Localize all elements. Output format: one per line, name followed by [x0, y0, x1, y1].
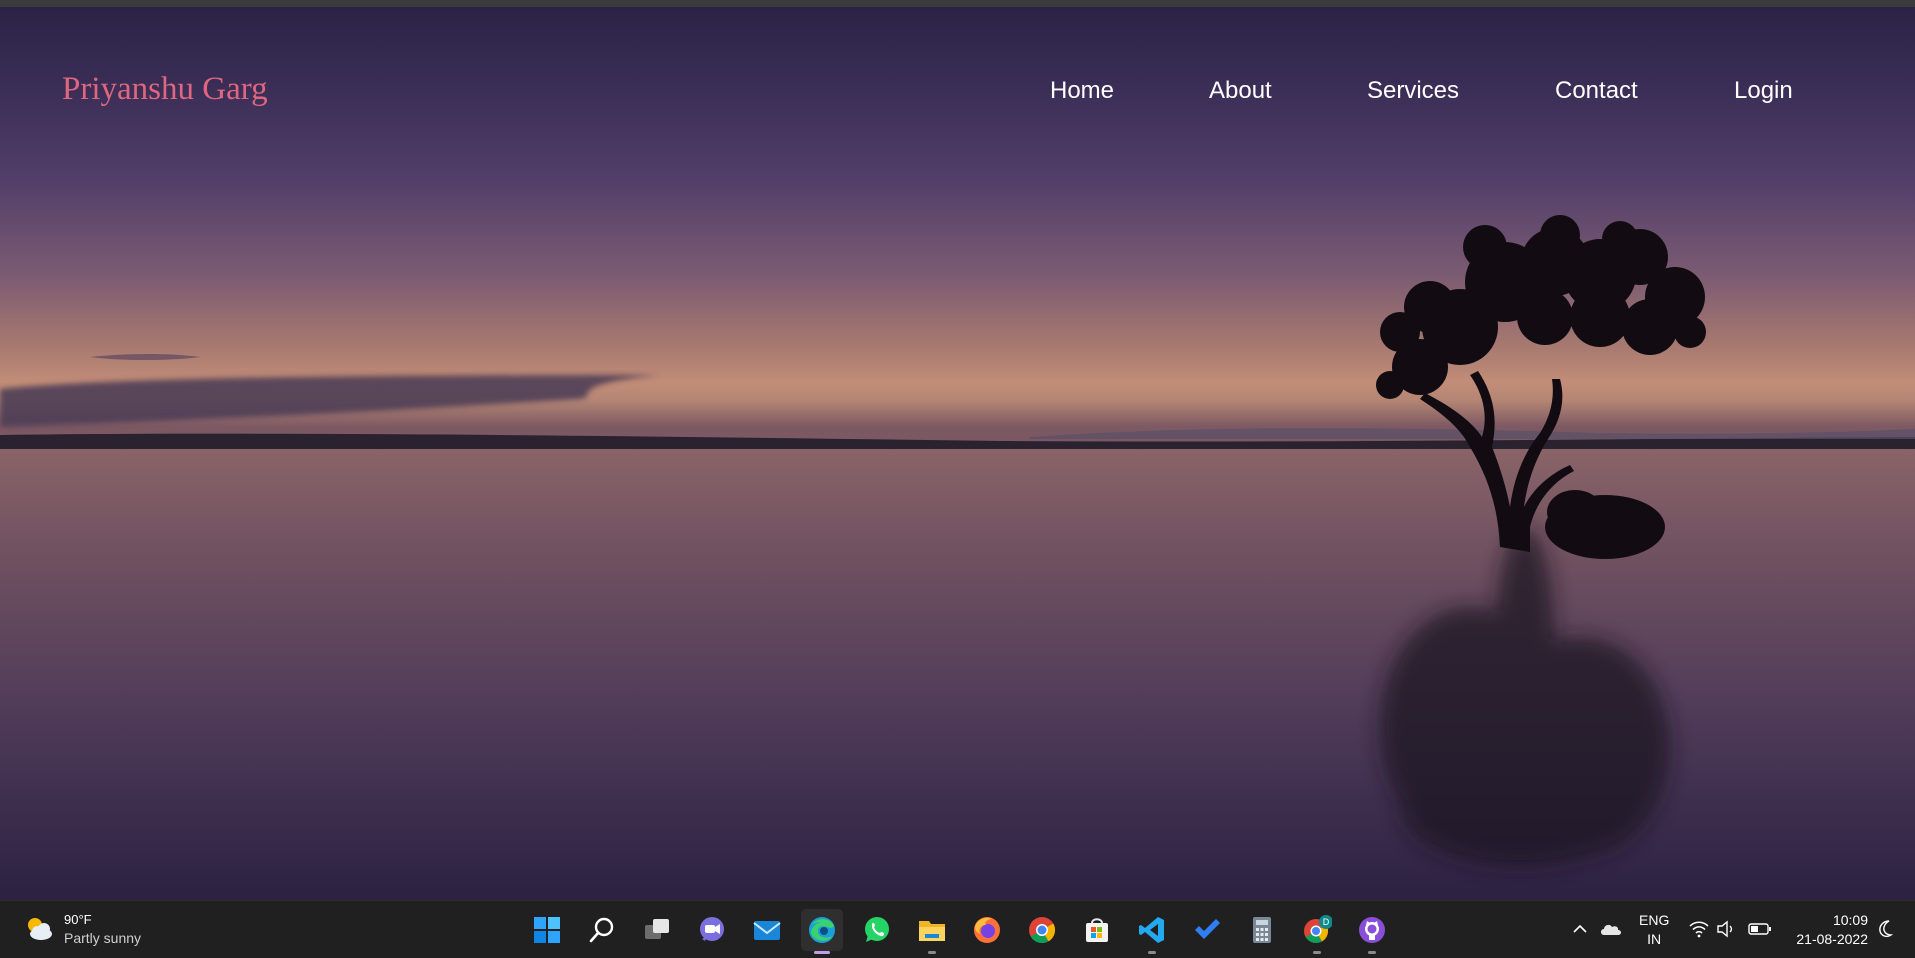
chrome-icon[interactable] [1021, 909, 1063, 951]
mail-icon[interactable] [746, 909, 788, 951]
whatsapp-icon[interactable] [856, 909, 898, 951]
start-icon[interactable] [526, 909, 568, 951]
nav-contact[interactable]: Contact [1555, 77, 1638, 105]
github-desktop-icon[interactable] [1351, 909, 1393, 954]
teams-chat-icon[interactable] [691, 909, 733, 951]
firefox-icon[interactable] [966, 909, 1008, 951]
window-top-strip [0, 0, 1915, 7]
search-icon[interactable] [581, 909, 623, 951]
weather-temp: 90°F [64, 912, 92, 927]
nav-about[interactable]: About [1209, 77, 1272, 105]
task-view-icon[interactable] [636, 909, 678, 951]
battery-icon[interactable] [1748, 921, 1772, 940]
wifi-icon[interactable] [1688, 920, 1710, 941]
nav-services[interactable]: Services [1367, 77, 1459, 105]
chrome-profile-icon[interactable]: D [1296, 909, 1338, 954]
todo-icon[interactable] [1186, 909, 1228, 951]
weather-condition: Partly sunny [64, 930, 142, 946]
nav-login[interactable]: Login [1734, 77, 1793, 105]
store-icon[interactable] [1076, 909, 1118, 951]
clock[interactable]: 10:09 21-08-2022 [1788, 911, 1868, 949]
sunset-lake-background [0, 215, 1915, 900]
language-indicator[interactable]: ENG IN [1639, 911, 1669, 949]
clock-date: 21-08-2022 [1796, 931, 1868, 947]
volume-icon[interactable] [1716, 920, 1738, 941]
windows-taskbar: 90°F Partly sunny D ENG IN 10:09 21-08-2… [0, 900, 1915, 958]
hero-section: Priyanshu Garg Home About Services Conta… [0, 7, 1915, 900]
weather-widget[interactable]: 90°F Partly sunny [24, 910, 141, 948]
file-explorer-icon[interactable] [911, 909, 953, 954]
calculator-icon[interactable] [1241, 909, 1283, 951]
chrome-profile-badge: D [1323, 917, 1330, 927]
onedrive-icon[interactable] [1599, 920, 1623, 941]
chevron-up-icon[interactable] [1571, 921, 1589, 940]
site-brand[interactable]: Priyanshu Garg [62, 71, 268, 108]
edge-icon[interactable] [801, 909, 843, 954]
partly-sunny-icon [24, 914, 54, 944]
vscode-icon[interactable] [1131, 909, 1173, 954]
clock-time: 10:09 [1832, 912, 1868, 928]
nav-home[interactable]: Home [1050, 77, 1114, 105]
focus-moon-icon[interactable] [1876, 919, 1896, 942]
